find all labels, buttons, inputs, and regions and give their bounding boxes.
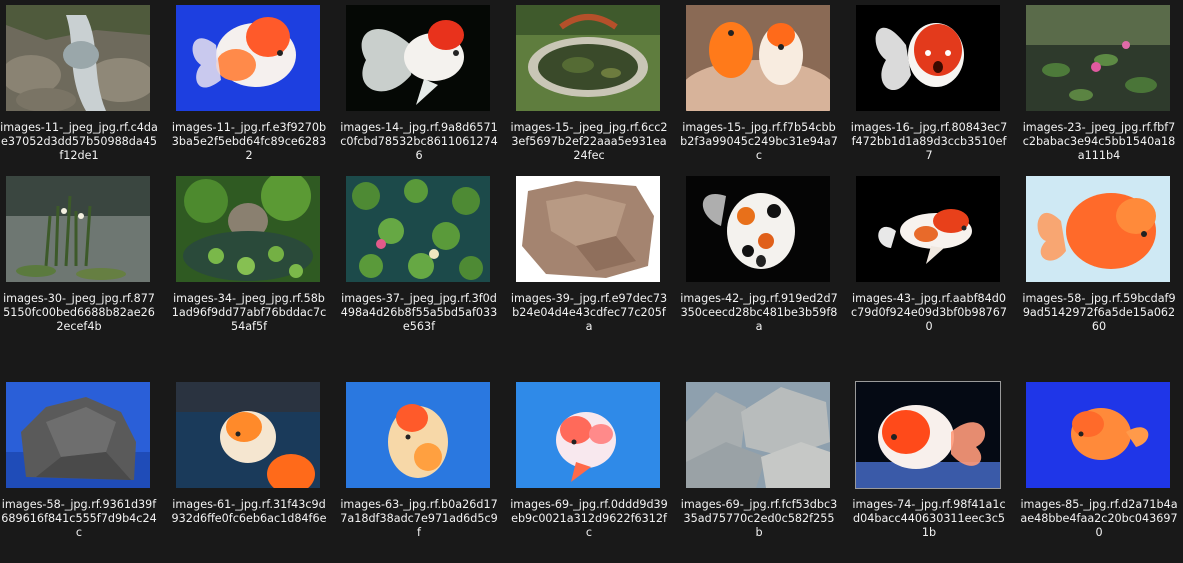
file-item[interactable]: images-15-_jpeg_jpg.rf.6cc23ef5697b2ef22… <box>510 5 684 187</box>
file-item[interactable]: images-58-_jpg.rf.59bcdaf99ad5142972f6a5… <box>1022 176 1183 358</box>
stream-rocks-icon <box>6 5 150 111</box>
goldfish-icon <box>346 382 490 488</box>
file-item[interactable]: images-61-_jpg.rf.31f43c9d932d6ffe0fc6eb… <box>172 382 344 563</box>
boulders-icon <box>686 382 830 488</box>
goldfish-icon <box>176 5 320 111</box>
goldfish-thumbnail[interactable] <box>516 382 660 488</box>
file-grid: images-11-_jpeg_jpg.rf.c4dae37052d3dd57b… <box>0 0 1183 563</box>
file-item[interactable]: images-15-_jpg.rf.f7b54cbbb2f3a99045c249… <box>680 5 854 187</box>
file-name: images-58-_jpg.rf.9361d39f689616f841c555… <box>1 498 157 539</box>
file-item[interactable]: images-69-_jpg.rf.fcf53dbc335ad75770c2ed… <box>681 382 854 563</box>
file-name: images-15-_jpg.rf.f7b54cbbb2f3a99045c249… <box>680 121 838 162</box>
goldfish-thumbnail[interactable] <box>1026 382 1170 488</box>
goldfish-icon <box>176 382 320 488</box>
file-name: images-23-_jpeg_jpg.rf.fbf7c2babac3e94c5… <box>1022 121 1176 162</box>
goldfish-icon <box>1026 176 1170 282</box>
goldfish-thumbnail[interactable] <box>176 382 320 488</box>
file-item[interactable]: images-42-_jpg.rf.919ed2d7350ceecd28bc48… <box>680 176 854 358</box>
rock-thumbnail[interactable] <box>6 382 150 488</box>
goldfish-icon <box>856 5 1000 111</box>
goldfish-thumbnail[interactable] <box>686 5 830 111</box>
lily-pads-icon <box>346 176 490 282</box>
file-name: images-11-_jpeg_jpg.rf.c4dae37052d3dd57b… <box>0 121 158 162</box>
file-item[interactable]: images-39-_jpg.rf.e97dec73b24e04d4e43cdf… <box>511 176 684 358</box>
file-item[interactable]: images-74-_jpg.rf.98f41a1cd04bacc4406303… <box>852 381 1024 563</box>
garden-pond-thumbnail[interactable] <box>516 5 660 111</box>
file-name: images-63-_jpg.rf.b0a26d177a18df38adc7e9… <box>340 498 498 539</box>
goldfish-icon <box>1026 382 1170 488</box>
file-name: images-34-_jpeg_jpg.rf.58b1ad96f9dd77abf… <box>171 292 327 333</box>
file-name: images-42-_jpg.rf.919ed2d7350ceecd28bc48… <box>680 292 838 333</box>
file-name: images-69-_jpg.rf.0ddd9d39eb9c0021a312d9… <box>510 498 668 539</box>
file-name: images-30-_jpeg_jpg.rf.8775150fc00bed668… <box>3 292 155 333</box>
file-item[interactable]: images-63-_jpg.rf.b0a26d177a18df38adc7e9… <box>340 382 514 563</box>
file-item[interactable]: images-85-_jpg.rf.d2a71b4aae48bbe4faa2c2… <box>1020 382 1183 563</box>
goldfish-thumbnail[interactable] <box>856 176 1000 282</box>
rock-thumbnail[interactable] <box>516 176 660 282</box>
file-item[interactable]: images-34-_jpeg_jpg.rf.58b1ad96f9dd77abf… <box>172 176 344 358</box>
garden-pond-thumbnail[interactable] <box>176 176 320 282</box>
goldfish-thumbnail[interactable] <box>855 381 1001 489</box>
file-item[interactable]: images-58-_jpg.rf.9361d39f689616f841c555… <box>1 382 174 563</box>
goldfish-icon <box>856 382 1000 488</box>
file-name: images-14-_jpg.rf.9a8d6571c0fcbd78532bc8… <box>340 121 498 162</box>
garden-pond-icon <box>176 176 320 282</box>
boulders-thumbnail[interactable] <box>686 382 830 488</box>
file-item[interactable]: images-11-_jpeg_jpg.rf.c4dae37052d3dd57b… <box>0 5 174 187</box>
file-name: images-58-_jpg.rf.59bcdaf99ad5142972f6a5… <box>1022 292 1176 333</box>
file-item[interactable]: images-37-_jpeg_jpg.rf.3f0d498a4d26b8f55… <box>341 176 514 358</box>
file-item[interactable]: images-11-_jpg.rf.e3f9270b3ba5e2f5ebd64f… <box>172 5 344 187</box>
file-name: images-85-_jpg.rf.d2a71b4aae48bbe4faa2c2… <box>1020 498 1178 539</box>
file-name: images-69-_jpg.rf.fcf53dbc335ad75770c2ed… <box>680 498 838 539</box>
rock-icon <box>6 382 150 488</box>
goldfish-icon <box>686 5 830 111</box>
file-name: images-39-_jpg.rf.e97dec73b24e04d4e43cdf… <box>510 292 668 333</box>
file-name: images-61-_jpg.rf.31f43c9d932d6ffe0fc6eb… <box>171 498 327 525</box>
file-name: images-37-_jpeg_jpg.rf.3f0d498a4d26b8f55… <box>340 292 498 333</box>
file-item[interactable]: images-43-_jpg.rf.aabf84d0c79d0f924e09d3… <box>851 176 1024 358</box>
goldfish-icon <box>686 176 830 282</box>
pond-reeds-thumbnail[interactable] <box>6 176 150 282</box>
goldfish-thumbnail[interactable] <box>856 5 1000 111</box>
lily-pond-thumbnail[interactable] <box>1026 5 1170 111</box>
file-name: images-15-_jpeg_jpg.rf.6cc23ef5697b2ef22… <box>510 121 668 162</box>
stream-rocks-thumbnail[interactable] <box>6 5 150 111</box>
goldfish-icon <box>346 5 490 111</box>
file-name: images-16-_jpg.rf.80843ec7f472bb1d1a89d3… <box>850 121 1008 162</box>
file-item[interactable]: images-14-_jpg.rf.9a8d6571c0fcbd78532bc8… <box>340 5 514 187</box>
pond-reeds-icon <box>6 176 150 282</box>
file-name: images-11-_jpg.rf.e3f9270b3ba5e2f5ebd64f… <box>171 121 327 162</box>
goldfish-thumbnail[interactable] <box>176 5 320 111</box>
lily-pads-thumbnail[interactable] <box>346 176 490 282</box>
goldfish-thumbnail[interactable] <box>346 5 490 111</box>
file-item[interactable]: images-23-_jpeg_jpg.rf.fbf7c2babac3e94c5… <box>1023 5 1183 187</box>
lily-pond-icon <box>1026 5 1170 111</box>
file-item[interactable]: images-16-_jpg.rf.80843ec7f472bb1d1a89d3… <box>851 5 1024 187</box>
garden-pond-icon <box>516 5 660 111</box>
goldfish-icon <box>856 176 1000 282</box>
rock-icon <box>516 176 660 282</box>
file-name: images-43-_jpg.rf.aabf84d0c79d0f924e09d3… <box>850 292 1008 333</box>
goldfish-thumbnail[interactable] <box>686 176 830 282</box>
goldfish-thumbnail[interactable] <box>1026 176 1170 282</box>
file-name: images-74-_jpg.rf.98f41a1cd04bacc4406303… <box>852 498 1006 539</box>
goldfish-thumbnail[interactable] <box>346 382 490 488</box>
file-item[interactable]: images-69-_jpg.rf.0ddd9d39eb9c0021a312d9… <box>510 382 684 563</box>
goldfish-icon <box>516 382 660 488</box>
file-item[interactable]: images-30-_jpeg_jpg.rf.8775150fc00bed668… <box>3 176 174 358</box>
